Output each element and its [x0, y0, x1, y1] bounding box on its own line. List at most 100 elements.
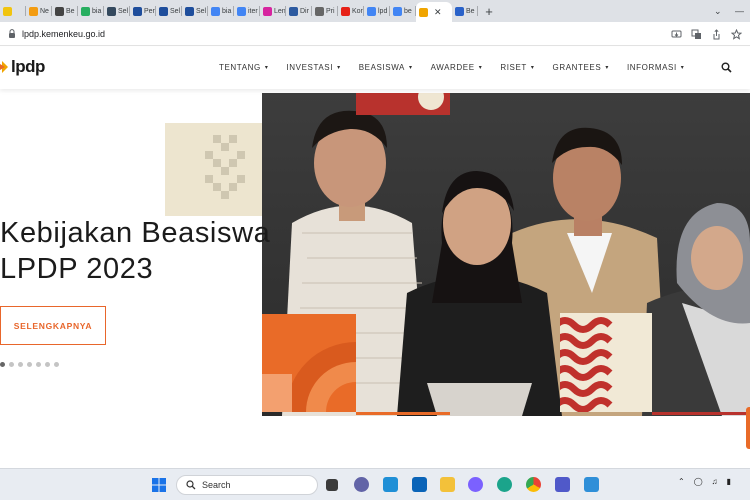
- chevron-down-icon: ▾: [337, 65, 341, 71]
- carousel-dot[interactable]: [27, 362, 32, 367]
- tab-favicon-icon: [455, 6, 464, 16]
- nav-item-investasi[interactable]: INVESTASI ▾: [286, 63, 340, 72]
- file-explorer-icon[interactable]: [440, 477, 455, 492]
- floating-side-tab[interactable]: [746, 407, 750, 449]
- teams-icon[interactable]: [555, 477, 570, 492]
- carousel-dot[interactable]: [18, 362, 23, 367]
- mail-icon[interactable]: [412, 477, 427, 492]
- tab-favicon-icon: [3, 6, 12, 16]
- site-info-icon[interactable]: [8, 29, 16, 38]
- chat-icon[interactable]: [354, 477, 369, 492]
- nav-item-label: BEASISWA: [358, 63, 405, 72]
- task-view-icon[interactable]: [326, 479, 338, 491]
- share-icon[interactable]: [711, 27, 722, 40]
- nav-item-grantees[interactable]: GRANTEES ▾: [553, 63, 609, 72]
- tab-label: Pri: [326, 7, 335, 15]
- carousel-dots: [0, 362, 59, 367]
- browser-tab[interactable]: bia: [78, 0, 104, 22]
- browser-tab-strip: Ne Be bia Sel Per Sel Sel bia iter Len Dir Pri Kor lp…: [0, 0, 750, 22]
- browser-tab[interactable]: Ne: [26, 0, 52, 22]
- tab-favicon-icon: [393, 6, 402, 16]
- taskbar-search-box[interactable]: Search: [176, 475, 318, 495]
- chrome-icon[interactable]: [526, 477, 541, 492]
- browser-tab[interactable]: Sel: [156, 0, 182, 22]
- tab-label: iter: [248, 7, 258, 15]
- main-nav: TENTANG ▾ INVESTASI ▾ BEASISWA ▾ AWARDEE ▾ RISET…: [219, 63, 702, 72]
- nav-item-awardee[interactable]: AWARDEE ▾: [431, 63, 483, 72]
- selengkapnya-button[interactable]: SELENGKAPNYA: [0, 306, 106, 345]
- search-icon[interactable]: [721, 62, 732, 73]
- browser-tab[interactable]: Be: [452, 0, 478, 22]
- browser-tab[interactable]: lpd: [364, 0, 390, 22]
- chevron-down-icon: ▾: [409, 65, 413, 71]
- tab-favicon-icon: [237, 6, 246, 16]
- tab-favicon-icon: [341, 6, 350, 16]
- carousel-dot[interactable]: [36, 362, 41, 367]
- network-icon[interactable]: ◯: [694, 477, 703, 486]
- tab-label: bia: [92, 7, 102, 15]
- browser-tab[interactable]: iter: [234, 0, 260, 22]
- tab-favicon-icon: [29, 6, 38, 16]
- taskbar-search-label: Search: [202, 480, 231, 490]
- tab-label: Be: [466, 7, 475, 15]
- windows-start-icon[interactable]: [152, 478, 166, 492]
- lpdp-logo[interactable]: lpdp: [0, 57, 45, 77]
- browser-tab[interactable]: Pri: [312, 0, 338, 22]
- tab-label: bia: [222, 7, 232, 15]
- carousel-dot[interactable]: [9, 362, 14, 367]
- tab-favicon-icon: [55, 6, 64, 16]
- close-tab-icon[interactable]: ✕: [434, 7, 442, 18]
- url-text[interactable]: lpdp.kemenkeu.go.id: [22, 29, 105, 39]
- decorative-wave-block: [560, 313, 652, 412]
- browser-tab[interactable]: Be: [52, 0, 78, 22]
- tab-favicon-icon: [263, 6, 272, 16]
- browser-tab[interactable]: Sel: [104, 0, 130, 22]
- bookmark-star-icon[interactable]: [730, 27, 743, 40]
- nav-item-label: TENTANG: [219, 63, 261, 72]
- tab-search-chevron-icon[interactable]: ⌄: [714, 6, 722, 17]
- minimize-icon[interactable]: —: [735, 6, 744, 16]
- volume-icon[interactable]: ♫: [712, 477, 718, 486]
- screen: Ne Be bia Sel Per Sel Sel bia iter Len Dir Pri Kor lp…: [0, 0, 750, 500]
- browser-tab[interactable]: Dir: [286, 0, 312, 22]
- carousel-dot[interactable]: [0, 362, 5, 367]
- browser-tab[interactable]: Len: [260, 0, 286, 22]
- hero-title-line2: LPDP 2023: [0, 253, 154, 285]
- nav-item-riset[interactable]: RISET ▾: [500, 63, 534, 72]
- carousel-dot[interactable]: [54, 362, 59, 367]
- tab-label: Sel: [170, 7, 181, 15]
- battery-icon[interactable]: ▮: [727, 477, 731, 486]
- browser-tab[interactable]: be: [390, 0, 416, 22]
- nav-item-tentang[interactable]: TENTANG ▾: [219, 63, 268, 72]
- install-app-icon[interactable]: [671, 27, 682, 38]
- chevron-down-icon: ▾: [478, 65, 483, 71]
- browser-tab[interactable]: [0, 0, 26, 22]
- browser-tab-active[interactable]: ✕: [416, 2, 452, 22]
- tray-chevron-up-icon[interactable]: ⌃: [678, 477, 685, 486]
- notepad-icon[interactable]: [584, 477, 599, 492]
- browser-tab[interactable]: Per: [130, 0, 156, 22]
- window-controls: ⌄ —: [708, 0, 750, 22]
- copilot-icon[interactable]: [468, 477, 483, 492]
- nav-item-beasiswa[interactable]: BEASISWA ▾: [359, 63, 413, 72]
- lens-app-icon[interactable]: [383, 477, 398, 492]
- edge-icon[interactable]: [497, 477, 512, 492]
- hero-title-line1: Kebijakan Beasiswa: [0, 217, 271, 249]
- carousel-dot[interactable]: [45, 362, 50, 367]
- new-tab-button[interactable]: +: [478, 4, 500, 19]
- browser-tab[interactable]: Sel: [182, 0, 208, 22]
- nav-item-informasi[interactable]: INFORMASI ▾: [627, 63, 684, 72]
- hero-title: Kebijakan Beasiswa LPDP 2023: [0, 215, 270, 287]
- taskbar-search-icon: [186, 480, 196, 490]
- tab-favicon-icon: [289, 6, 298, 16]
- translate-icon[interactable]: [691, 27, 702, 39]
- tab-favicon-icon: [159, 6, 168, 16]
- site-header: lpdp TENTANG ▾ INVESTASI ▾ BEASISWA ▾ AWARDEE ▾…: [0, 47, 750, 89]
- tab-favicon-icon: [211, 6, 220, 16]
- nav-item-label: INFORMASI: [626, 63, 677, 72]
- nav-item-label: GRANTEES: [552, 63, 602, 72]
- tab-favicon-icon: [81, 6, 90, 16]
- browser-tab[interactable]: Kor: [338, 0, 364, 22]
- address-bar[interactable]: lpdp.kemenkeu.go.id: [0, 22, 750, 46]
- browser-tab[interactable]: bia: [208, 0, 234, 22]
